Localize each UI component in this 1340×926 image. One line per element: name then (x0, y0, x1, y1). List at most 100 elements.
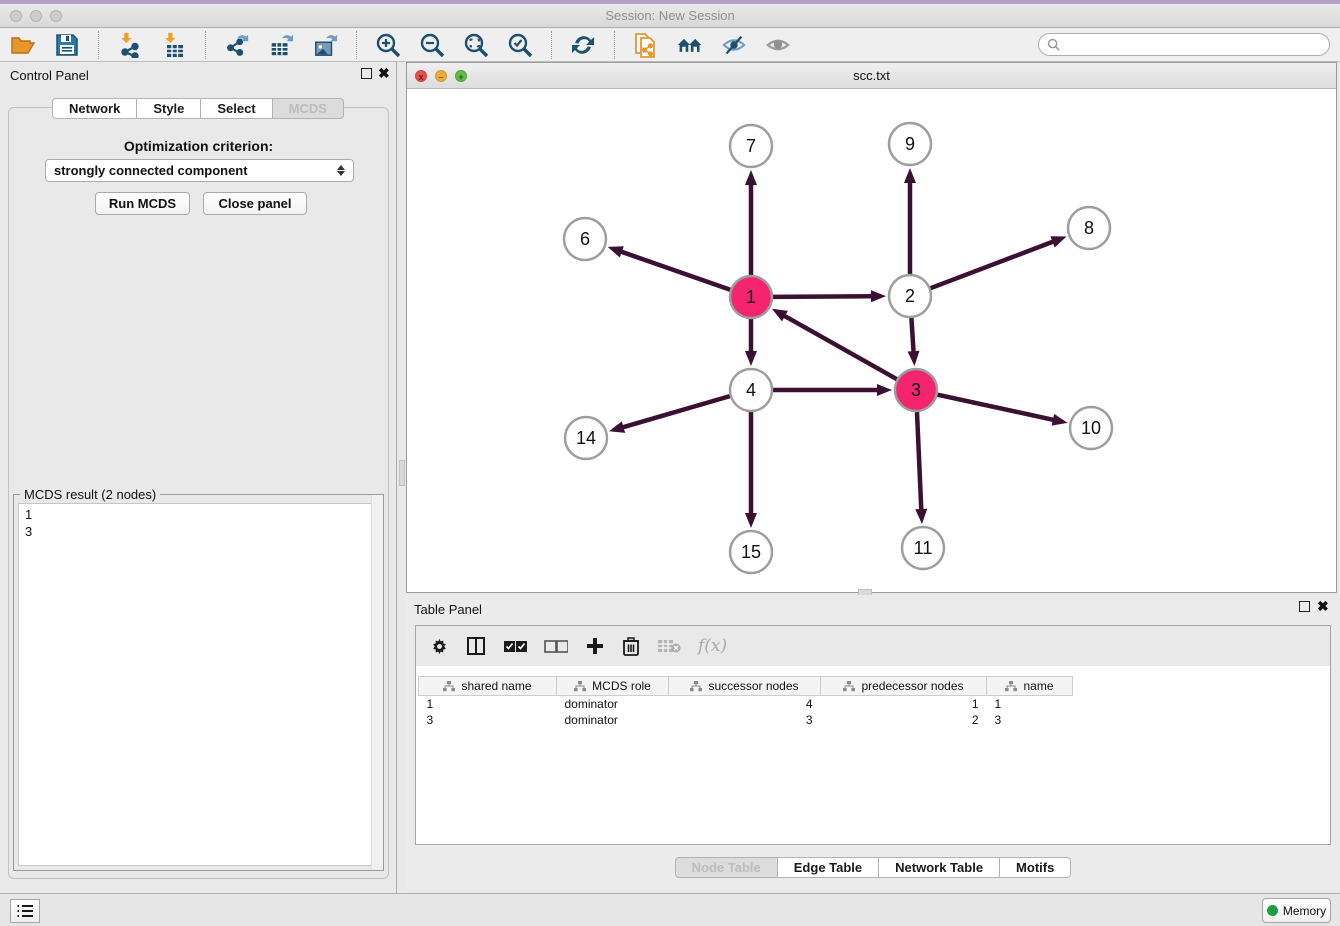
table-cell[interactable]: dominator (557, 696, 669, 712)
arrowhead-icon (877, 384, 892, 396)
close-window-button[interactable] (10, 10, 22, 22)
toolbar-separator (551, 31, 552, 59)
tab-node-table[interactable]: Node Table (675, 857, 778, 878)
deselect-all-icon[interactable] (544, 640, 568, 653)
network-window-titlebar[interactable]: x – + scc.txt (407, 63, 1336, 89)
control-panel: Control Panel ✖ Network Style Select MCD… (0, 62, 397, 893)
refresh-icon[interactable] (570, 32, 596, 58)
table-cell[interactable]: 3 (669, 712, 821, 728)
add-column-icon[interactable] (585, 636, 605, 656)
export-network-icon[interactable] (224, 32, 250, 58)
node-label: 10 (1081, 418, 1101, 438)
network-canvas[interactable]: 1234678910111415 (407, 89, 1336, 592)
edge-3-11[interactable] (917, 412, 921, 511)
tab-network-table[interactable]: Network Table (879, 857, 1000, 878)
tab-select[interactable]: Select (201, 98, 272, 119)
tab-network[interactable]: Network (52, 98, 137, 119)
edge-4-14[interactable] (622, 396, 730, 428)
network-minimize-button[interactable]: – (435, 70, 447, 82)
edge-3-1[interactable] (783, 315, 897, 379)
table-cell[interactable]: 1 (987, 696, 1073, 712)
column-layout-icon[interactable] (466, 636, 486, 656)
table-row[interactable]: 3dominator323 (419, 712, 1073, 728)
main-toolbar (0, 28, 1340, 62)
node-label: 11 (914, 538, 933, 558)
column-header-MCDS-role[interactable]: MCDS role (557, 677, 669, 696)
settings-gear-icon[interactable] (430, 637, 449, 656)
edge-1-6[interactable] (620, 251, 730, 290)
arrowhead-icon (915, 509, 927, 524)
network-maximize-button[interactable]: + (455, 70, 467, 82)
node-label: 1 (746, 287, 756, 307)
zoom-fit-icon[interactable] (463, 32, 489, 58)
hide-panel-icon[interactable] (721, 32, 747, 58)
float-table-panel-icon[interactable] (1299, 601, 1310, 612)
search-box[interactable] (1038, 33, 1330, 56)
column-header-predecessor-nodes[interactable]: predecessor nodes (821, 677, 987, 696)
float-panel-icon[interactable] (361, 68, 372, 79)
import-table-icon[interactable] (161, 32, 187, 58)
vertical-splitter[interactable] (398, 62, 406, 893)
table-row[interactable]: 1dominator411 (419, 696, 1073, 712)
table-cell[interactable]: 3 (987, 712, 1073, 728)
home-layout-icon[interactable] (677, 32, 703, 58)
status-bar: Memory (0, 893, 1340, 926)
close-table-panel-icon[interactable]: ✖ (1317, 598, 1329, 614)
select-all-icon[interactable] (503, 640, 527, 653)
tab-mcds[interactable]: MCDS (273, 98, 344, 119)
edge-3-10[interactable] (937, 395, 1054, 420)
zoom-selected-icon[interactable] (507, 32, 533, 58)
zoom-in-icon[interactable] (375, 32, 401, 58)
maximize-window-button[interactable] (50, 10, 62, 22)
control-panel-title: Control Panel (10, 68, 89, 83)
save-session-icon[interactable] (54, 32, 80, 58)
table-cell[interactable]: dominator (557, 712, 669, 728)
mcds-result-textarea[interactable]: 1 3 (18, 503, 379, 866)
table-cell[interactable]: 2 (821, 712, 987, 728)
node-label: 8 (1084, 218, 1094, 238)
close-panel-button[interactable]: Close panel (203, 192, 307, 215)
export-image-icon[interactable] (312, 32, 338, 58)
close-panel-icon[interactable]: ✖ (378, 65, 390, 81)
edge-1-2[interactable] (773, 296, 873, 297)
memory-button[interactable]: Memory (1262, 898, 1331, 923)
task-history-button[interactable] (10, 899, 40, 923)
search-input[interactable] (1065, 38, 1321, 52)
toolbar-separator (356, 31, 357, 59)
table-cell[interactable]: 1 (821, 696, 987, 712)
edge-2-3[interactable] (911, 318, 913, 353)
result-scrollbar[interactable] (371, 495, 383, 870)
edge-2-8[interactable] (931, 241, 1055, 288)
network-close-button[interactable]: x (415, 70, 427, 82)
import-network-icon[interactable] (117, 32, 143, 58)
optimization-criterion-dropdown[interactable]: strongly connected component (45, 159, 354, 182)
zoom-out-icon[interactable] (419, 32, 445, 58)
memory-status-icon (1267, 905, 1278, 916)
column-header-name[interactable]: name (987, 677, 1073, 696)
splitter-handle[interactable] (399, 460, 405, 486)
table-cell[interactable]: 4 (669, 696, 821, 712)
run-mcds-button[interactable]: Run MCDS (95, 192, 190, 215)
clone-network-icon[interactable] (633, 32, 659, 58)
open-file-icon[interactable] (10, 32, 36, 58)
node-label: 9 (905, 134, 915, 154)
minimize-window-button[interactable] (30, 10, 42, 22)
export-table-icon[interactable] (268, 32, 294, 58)
show-panel-icon[interactable] (765, 32, 791, 58)
table-panel-tabs: Node Table Edge Table Network Table Moti… (406, 857, 1340, 878)
delete-column-icon[interactable] (622, 636, 640, 656)
table-cell[interactable]: 1 (419, 696, 557, 712)
toolbar-separator (98, 31, 99, 59)
column-header-successor-nodes[interactable]: successor nodes (669, 677, 821, 696)
tab-motifs[interactable]: Motifs (1000, 857, 1071, 878)
tab-edge-table[interactable]: Edge Table (778, 857, 879, 878)
table-cell[interactable]: 3 (419, 712, 557, 728)
search-icon (1047, 38, 1060, 51)
network-window-title: scc.txt (407, 63, 1336, 88)
arrowhead-icon (745, 513, 757, 528)
network-graph[interactable]: 1234678910111415 (407, 89, 1336, 592)
node-table-body: 1dominator4113dominator323 (419, 696, 1073, 728)
column-header-shared-name[interactable]: shared name (419, 677, 557, 696)
node-label: 4 (746, 380, 756, 400)
tab-style[interactable]: Style (137, 98, 201, 119)
